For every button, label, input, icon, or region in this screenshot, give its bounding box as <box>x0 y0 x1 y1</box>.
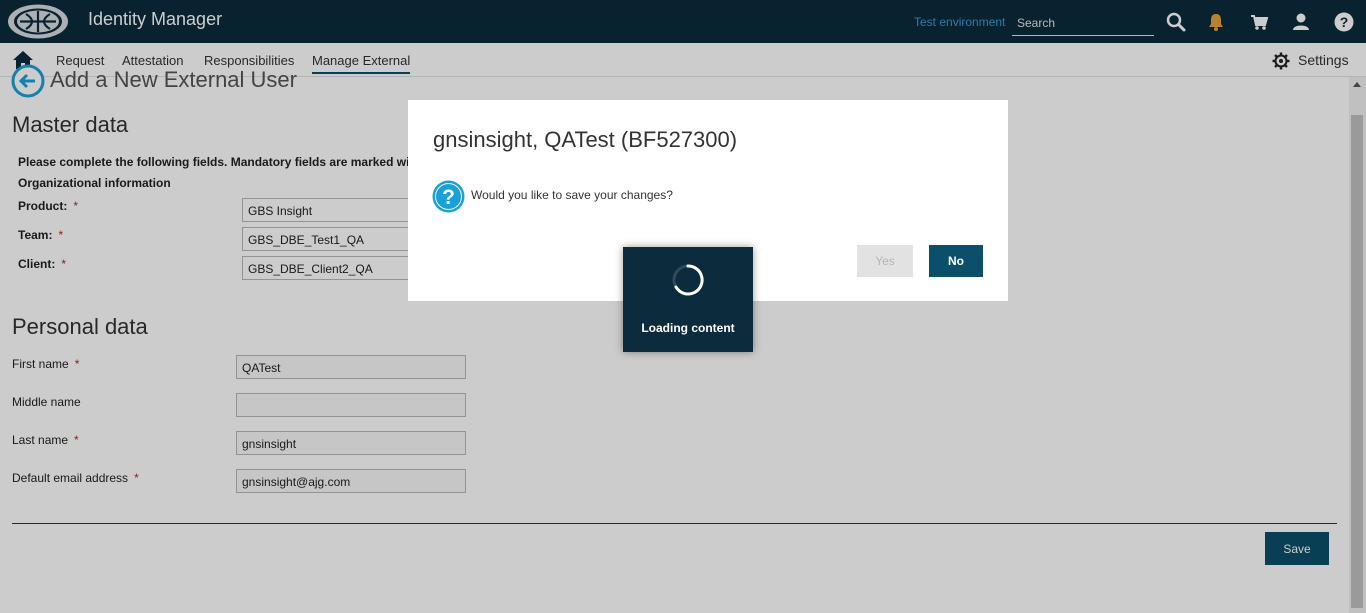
dialog-title: gnsinsight, QATest (BF527300) <box>433 127 738 152</box>
question-icon: ? <box>432 180 465 213</box>
svg-text:?: ? <box>442 186 455 209</box>
loading-indicator: Loading content <box>623 247 753 352</box>
yes-button[interactable]: Yes <box>857 245 913 277</box>
loading-text: Loading content <box>641 321 735 335</box>
no-button[interactable]: No <box>929 245 983 277</box>
dialog-message: Would you like to save your changes? <box>471 188 673 202</box>
spinner-icon <box>672 264 704 296</box>
